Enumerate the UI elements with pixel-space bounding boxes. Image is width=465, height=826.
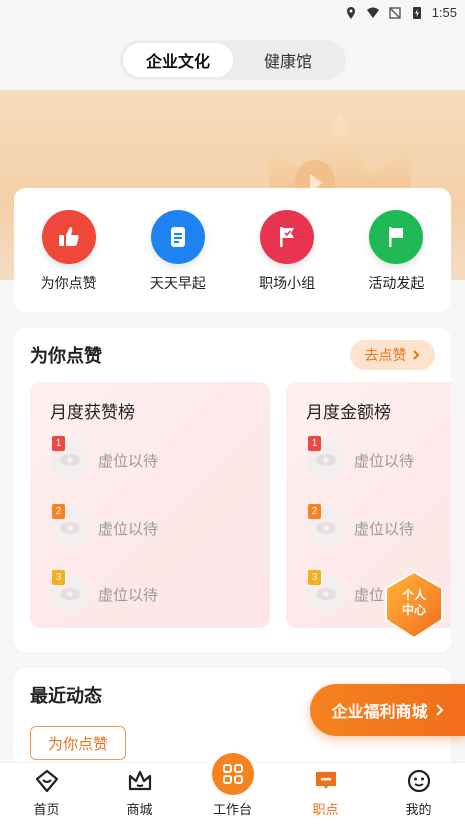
avatar-placeholder-icon: 1 (306, 436, 346, 480)
flag-check-icon (260, 210, 315, 264)
go-praise-button[interactable]: 去点赞 (350, 340, 435, 370)
personal-center-line2: 中心 (401, 603, 426, 617)
rank-badge: 2 (52, 504, 65, 519)
monthly-likes-board[interactable]: 月度获赞榜 1 虚位以待 2 虚位以待 3 虚位以待 (30, 382, 270, 628)
quick-action-label: 职场小组 (259, 276, 316, 292)
tab-label: 职点 (312, 803, 339, 818)
rank-name: 虚位以待 (354, 519, 415, 538)
no-signal-icon (388, 6, 401, 19)
grid-icon (211, 753, 254, 795)
personal-center-button[interactable]: 个人 中心 (382, 570, 446, 640)
rank-name: 虚位以待 (98, 451, 159, 470)
quick-action-work-group[interactable]: 职场小组 (242, 210, 332, 312)
top-bar: 企业文化 健康馆 (0, 26, 465, 90)
message-icon (315, 772, 336, 789)
eye-icon (316, 588, 336, 600)
quick-action-early-rise[interactable]: 天天早起 (133, 210, 223, 312)
avatar-placeholder-icon: 2 (50, 504, 90, 548)
praise-section-title: 为你点赞 (30, 346, 102, 367)
list-item: 1 虚位以待 (50, 436, 260, 480)
rank-badge: 3 (308, 570, 321, 585)
tab-corporate-culture[interactable]: 企业文化 (123, 43, 233, 77)
avatar-placeholder-icon: 2 (306, 504, 346, 548)
quick-action-praise[interactable]: 为你点赞 (24, 210, 114, 312)
eye-icon (316, 522, 336, 534)
tab-mall[interactable]: 商城 (93, 763, 186, 826)
rank-badge: 1 (52, 436, 65, 451)
rank-name: 虚位以待 (354, 451, 415, 470)
avatar-placeholder-icon: 1 (50, 436, 90, 480)
smile-icon (407, 769, 430, 793)
tab-health-hall[interactable]: 健康馆 (233, 43, 343, 77)
quick-action-label: 活动发起 (368, 276, 425, 292)
quick-action-start-activity[interactable]: 活动发起 (351, 210, 441, 312)
tab-label: 我的 (405, 803, 432, 818)
tab-points[interactable]: 职点 (279, 763, 372, 826)
board-title: 月度金额榜 (306, 403, 391, 423)
list-item: 3 虚位以待 (50, 570, 260, 614)
personal-center-line1: 个人 (401, 588, 426, 602)
board-title: 月度获赞榜 (50, 403, 135, 423)
eye-icon (60, 454, 80, 466)
list-item: 2 虚位以待 (50, 504, 260, 548)
bottom-tab-bar: 首页 商城 工作台 职点 我的 (0, 753, 465, 826)
flag-icon (369, 210, 424, 264)
quick-actions-panel: 为你点赞 天天早起 职场小组 活动发起 (14, 188, 451, 312)
rank-badge: 2 (308, 504, 321, 519)
segmented-tabs: 企业文化 健康馆 (120, 40, 346, 80)
welfare-mall-label: 企业福利商城 (331, 702, 428, 721)
home-icon (35, 769, 58, 793)
rank-badge: 1 (308, 436, 321, 451)
status-bar: 1:55 (0, 0, 465, 26)
welfare-mall-button[interactable]: 企业福利商城 (310, 684, 465, 736)
tab-home[interactable]: 首页 (0, 763, 93, 826)
eye-icon (316, 454, 336, 466)
tab-mine[interactable]: 我的 (372, 763, 465, 826)
rank-name: 虚位以待 (98, 585, 159, 604)
tab-workbench[interactable]: 工作台 (186, 753, 279, 826)
chevron-right-icon (435, 704, 443, 716)
chevron-right-icon (412, 350, 419, 360)
filter-chip-praise[interactable]: 为你点赞 (30, 726, 126, 760)
tab-label: 首页 (33, 803, 60, 818)
quick-action-label: 天天早起 (149, 276, 206, 292)
document-icon (150, 210, 205, 264)
quick-action-label: 为你点赞 (40, 276, 97, 292)
rank-badge: 3 (52, 570, 65, 585)
crown-icon (128, 770, 151, 791)
status-time: 1:55 (431, 5, 457, 20)
wifi-icon (366, 7, 379, 18)
eye-icon (60, 588, 80, 600)
avatar-placeholder-icon: 3 (50, 570, 90, 614)
avatar-placeholder-icon: 3 (306, 570, 346, 614)
go-praise-label: 去点赞 (364, 348, 407, 364)
tab-label: 工作台 (212, 803, 252, 818)
location-icon (346, 6, 355, 19)
list-item: 1 虚位以待 (306, 436, 451, 480)
list-item: 2 虚位以待 (306, 504, 451, 548)
rank-name: 虚位以待 (98, 519, 159, 538)
tab-label: 商城 (126, 803, 153, 818)
thumbs-up-icon (41, 210, 96, 264)
eye-icon (60, 522, 80, 534)
recent-activity-title: 最近动态 (30, 686, 102, 707)
battery-icon (412, 6, 421, 19)
